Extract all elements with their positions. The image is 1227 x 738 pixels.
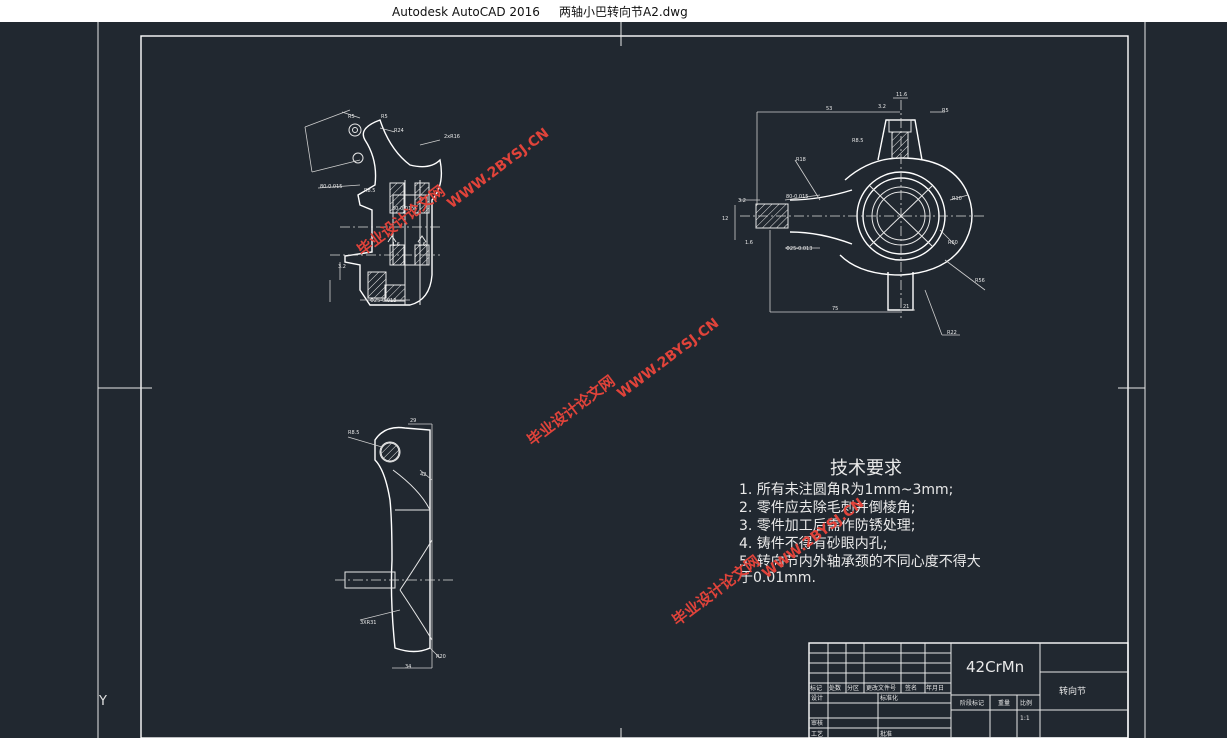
header-change-doc: 更改文件号	[866, 684, 896, 692]
dim-tolerance-right: 80-0.015	[786, 194, 808, 200]
watermark-2: 毕业设计论文网 WWW.2BYSJ.CN	[524, 315, 722, 450]
label-weight: 重量	[998, 699, 1010, 707]
label-process: 工艺	[811, 730, 823, 738]
note-item-2: 2. 零件应去除毛刺并倒棱角;	[739, 499, 916, 516]
dim-53: 53	[826, 106, 832, 112]
part-name: 转向节	[1059, 685, 1086, 697]
dim-r22: R22	[947, 330, 957, 336]
dim-r8-5-lower: R8.5	[348, 430, 359, 436]
label-scale: 比例	[1020, 699, 1032, 707]
dim-2xr16: 2xR16	[444, 134, 460, 140]
dim-3-2-left: 3.2	[338, 264, 346, 270]
label-design: 设计	[811, 694, 823, 702]
dim-fit-right: Φ25-0.013	[786, 246, 812, 252]
dim-r8-5: R8.5	[364, 188, 375, 194]
drawing-canvas[interactable]: R5 R5 R24 2xR16 R8.5 80-0.015 1.6 1.6 Φ2…	[0, 22, 1227, 738]
watermark-cn-3: 毕业设计论文网	[669, 552, 764, 630]
dim-r60: R60	[948, 240, 958, 246]
main-view-right[interactable]: 53 11.6 3.2 R5 R8.5 R18 R10 R60 R56 R22 …	[722, 92, 986, 336]
ucs-icon: Y	[98, 694, 107, 709]
title-block[interactable]: 42CrMn 转向节 标记 处数 分区 更改文件号 签名 年月日 设计 标准化 …	[808, 642, 1129, 738]
side-view-lower[interactable]: 29 R8.5 42 3XR31 34 R20	[335, 418, 455, 670]
dim-3xr31: 3XR31	[360, 620, 376, 626]
dim-3-2-right: 3.2	[738, 198, 746, 204]
dim-1-6-b: 1.6	[418, 242, 426, 248]
sectional-view-left[interactable]: R5 R5 R24 2xR16 R8.5 80-0.015 1.6 1.6 Φ2…	[304, 109, 460, 306]
dim-11-6: 11.6	[896, 92, 907, 98]
dim-r10: R10	[952, 196, 962, 202]
dim-r20: R20	[436, 654, 446, 660]
note-item-1: 1. 所有未注圆角R为1mm~3mm;	[739, 482, 953, 498]
header-date: 年月日	[926, 684, 944, 692]
watermark-url-1: WWW.2BYSJ.CN	[444, 125, 552, 212]
scale-value: 1:1	[1020, 715, 1030, 722]
label-standardize: 标准化	[880, 694, 898, 702]
file-name: 两轴小巴转向节A2.dwg	[559, 5, 688, 19]
label-approve: 批准	[880, 730, 892, 738]
label-review: 审核	[811, 719, 823, 727]
app-title: Autodesk AutoCAD 2016	[392, 5, 540, 19]
dim-r5-left: R5	[348, 114, 355, 120]
dim-r5-right: R5	[942, 108, 949, 114]
dim-42: 42	[420, 472, 426, 478]
window-title: Autodesk AutoCAD 2016 两轴小巴转向节A2.dwg	[392, 3, 688, 20]
dim-r18: R18	[796, 157, 806, 163]
dim-3-2-top: 3.2	[878, 104, 886, 110]
watermark-cn-2: 毕业设计论文网	[524, 372, 619, 450]
dim-r5b-left: R5	[381, 114, 388, 120]
drawing-frame	[97, 22, 1146, 738]
dim-34: 34	[405, 664, 411, 670]
dim-fit-left: Φ25-0.013	[370, 298, 396, 304]
dim-r56: R56	[975, 278, 985, 284]
title-bar: Autodesk AutoCAD 2016 两轴小巴转向节A2.dwg	[0, 0, 1227, 22]
dim-1-6-a: 1.6	[392, 242, 400, 248]
dim-1-6-right: 1.6	[745, 240, 753, 246]
header-mark: 标记	[810, 684, 822, 692]
dim-21: 21	[903, 304, 909, 310]
dim-r8-5-right: R8.5	[852, 138, 863, 144]
dim-r24: R24	[394, 128, 404, 134]
header-zone: 分区	[847, 684, 859, 692]
dim-12-right: 12	[722, 216, 728, 222]
watermark-url-2: WWW.2BYSJ.CN	[614, 315, 722, 402]
header-sign: 签名	[905, 684, 917, 692]
dim-75: 75	[832, 306, 838, 312]
dim-tolerance-left: 80-0.015	[320, 184, 342, 190]
dim-29: 29	[410, 418, 416, 424]
notes-heading: 技术要求	[830, 458, 902, 479]
ucs-y-label: Y	[98, 694, 107, 709]
material-name: 42CrMn	[966, 658, 1024, 676]
label-stage-mark: 阶段标记	[960, 699, 984, 707]
header-count: 处数	[829, 684, 841, 692]
